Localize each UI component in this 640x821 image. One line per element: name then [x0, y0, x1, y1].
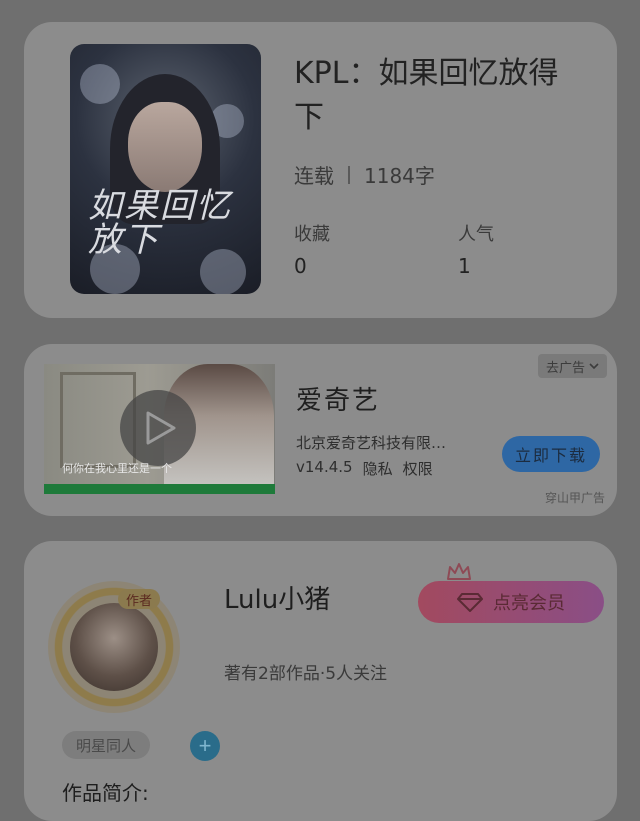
author-badge: 作者 [118, 589, 160, 609]
vip-button[interactable]: 点亮会员 [418, 581, 604, 623]
ad-source-label: 穿山甲广告 [544, 491, 605, 505]
ad-app-info: v14.4.5 隐私 权限 [296, 458, 433, 479]
avatar[interactable]: 作者 [48, 581, 180, 713]
permissions-link[interactable]: 权限 [403, 458, 433, 479]
author-card: 作者 Lulu小猪 著有2部作品·5人关注 点亮会员 明星同人 + 作品简介: [24, 541, 617, 821]
remove-ad-label: 去广告 [545, 360, 585, 376]
genre-tag[interactable]: 明星同人 [62, 731, 151, 759]
intro-heading: 作品简介: [62, 781, 149, 805]
download-button[interactable]: 立即下载 [502, 436, 600, 472]
ad-video-thumbnail[interactable]: 何你在我心里还是一个 [44, 364, 275, 494]
author-name[interactable]: Lulu小猪 [224, 579, 330, 616]
ad-app-version: v14.4.5 [296, 458, 353, 476]
avatar-photo [70, 603, 158, 691]
diamond-icon [457, 593, 483, 612]
ad-app-name: 爱奇艺 [296, 386, 381, 416]
popularity-value: 1 [458, 254, 471, 278]
video-subtitle: 何你在我心里还是一个 [62, 462, 172, 475]
book-cover-image[interactable]: 如果回忆放下 [70, 44, 261, 294]
ad-company: 北京爱奇艺科技有限… [296, 434, 447, 452]
cover-decoration [80, 64, 120, 104]
cover-title-text: 如果回忆放下 [88, 186, 232, 260]
cover-figure-face [128, 102, 202, 192]
book-title: KPL：如果回忆放得下 [294, 56, 559, 135]
favorites-value: 0 [294, 254, 307, 278]
remove-ad-button[interactable]: 去广告 [537, 354, 607, 378]
privacy-link[interactable]: 隐私 [363, 458, 393, 479]
crown-icon [447, 563, 471, 580]
video-progress-bar [44, 484, 275, 494]
word-count: 1184字 [364, 164, 435, 188]
play-icon[interactable] [120, 390, 196, 466]
book-status: 连载 [294, 164, 334, 188]
favorites-label: 收藏 [294, 224, 330, 245]
book-meta: 连载 1184字 [294, 160, 435, 189]
popularity-label: 人气 [458, 224, 494, 245]
book-info-card: 如果回忆放下 KPL：如果回忆放得下 连载 1184字 收藏 0 人气 1 [24, 22, 617, 318]
add-tag-button[interactable]: + [190, 731, 220, 761]
vip-button-label: 点亮会员 [493, 593, 565, 613]
author-stats: 著有2部作品·5人关注 [224, 664, 388, 684]
divider [348, 165, 350, 184]
ad-card[interactable]: 何你在我心里还是一个 去广告 爱奇艺 北京爱奇艺科技有限… v14.4.5 隐私… [24, 344, 617, 516]
chevron-down-icon [589, 363, 599, 370]
